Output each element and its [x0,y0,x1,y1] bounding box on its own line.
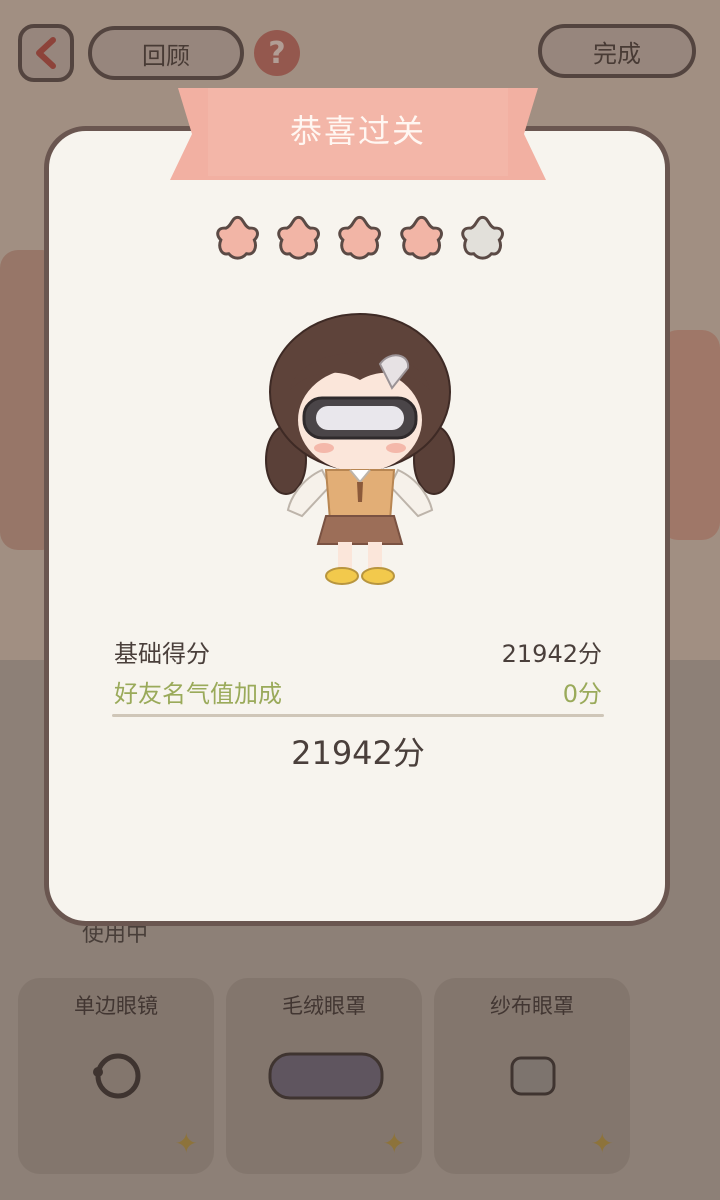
base-score-row: 基础得分 21942分 [114,634,602,669]
base-score-label: 基础得分 [114,640,210,668]
character-avatar [265,313,455,585]
empty-star-icon [461,215,504,260]
total-score: 21942分 [291,734,425,772]
title-ribbon: 恭喜过关 [168,84,548,184]
star-icon [338,215,382,260]
dialog-title: 恭喜过关 [289,112,426,150]
star-rating [214,214,506,266]
friend-bonus-label: 好友名气值加成 [114,680,282,708]
star-icon [277,215,321,260]
star-icon [399,215,443,260]
score-divider [112,714,604,717]
star-icon [216,215,259,260]
base-score-value: 21942分 [501,640,602,668]
friend-bonus-value: 0分 [562,680,602,708]
friend-bonus-row: 好友名气值加成 0分 [114,674,602,709]
